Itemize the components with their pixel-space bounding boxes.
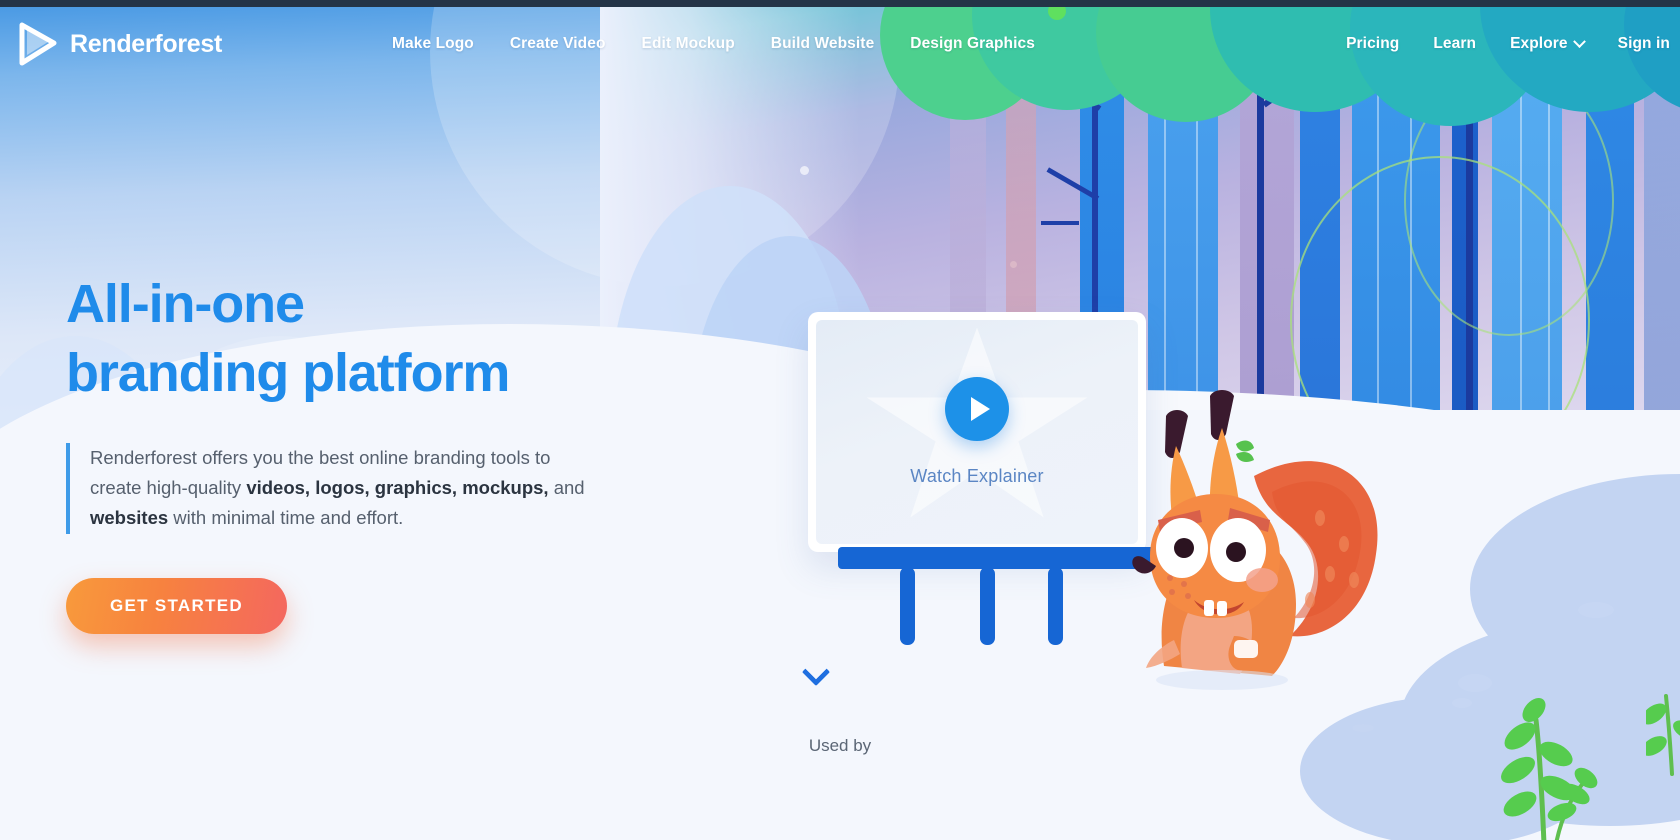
hero-section: All-in-one branding platform Renderfores… [66,270,766,634]
bare-branch [1041,221,1079,225]
plant-sprout-icon [1646,694,1680,776]
nav-explore[interactable]: Explore [1510,34,1586,53]
snow-pebble [1458,674,1492,692]
nav-explore-label: Explore [1510,35,1568,52]
squirrel-mascot-illustration [1132,390,1378,690]
nav-primary-links: Make Logo Create Video Edit Mockup Build… [392,35,1035,53]
snow-pebble [1452,698,1472,708]
hero-description: Renderforest offers you the best online … [66,443,586,534]
snow-pebble [1578,602,1614,618]
easel-leg-middle [980,567,995,645]
nav-pricing[interactable]: Pricing [1346,35,1399,53]
nav-edit-mockup[interactable]: Edit Mockup [642,35,735,53]
browser-top-strip [0,0,1680,7]
hero-desc-bold1: videos, logos, graphics, mockups, [246,477,549,499]
main-navbar: Renderforest Make Logo Create Video Edit… [0,6,1680,82]
nav-create-video[interactable]: Create Video [510,35,606,53]
chevron-down-glyph [801,657,831,687]
easel-leg-left [900,567,915,645]
headline-line-2: branding platform [66,342,510,403]
watch-explainer-label: Watch Explainer [910,466,1044,486]
brand-logo[interactable]: Renderforest [18,22,222,66]
page-title: All-in-one branding platform [66,270,766,407]
nav-build-website[interactable]: Build Website [771,35,875,53]
nav-secondary-links: Pricing Learn Explore Sign in [1346,34,1670,53]
brand-name: Renderforest [70,29,222,58]
play-button-icon[interactable] [945,377,1009,441]
scroll-down-chevron-icon[interactable] [801,657,834,690]
hero-desc-part3: with minimal time and effort. [168,507,404,529]
page-stage: Renderforest Make Logo Create Video Edit… [0,0,1680,840]
headline-line-1: All-in-one [66,274,305,334]
plant-sprout-icon [1501,697,1598,840]
nav-make-logo[interactable]: Make Logo [392,35,474,53]
used-by-label: Used by [808,736,872,755]
snow-pebble [1352,724,1374,732]
nav-design-graphics[interactable]: Design Graphics [910,35,1035,53]
play-triangle-glyph [970,397,990,421]
get-started-button[interactable]: GET STARTED [66,577,287,634]
hero-desc-part2: and [548,477,585,499]
play-triangle-icon [18,22,58,66]
chevron-down-icon [1572,34,1586,48]
nav-learn[interactable]: Learn [1433,35,1476,53]
hero-desc-bold2: websites [90,507,169,529]
nav-sign-in[interactable]: Sign in [1618,35,1670,53]
